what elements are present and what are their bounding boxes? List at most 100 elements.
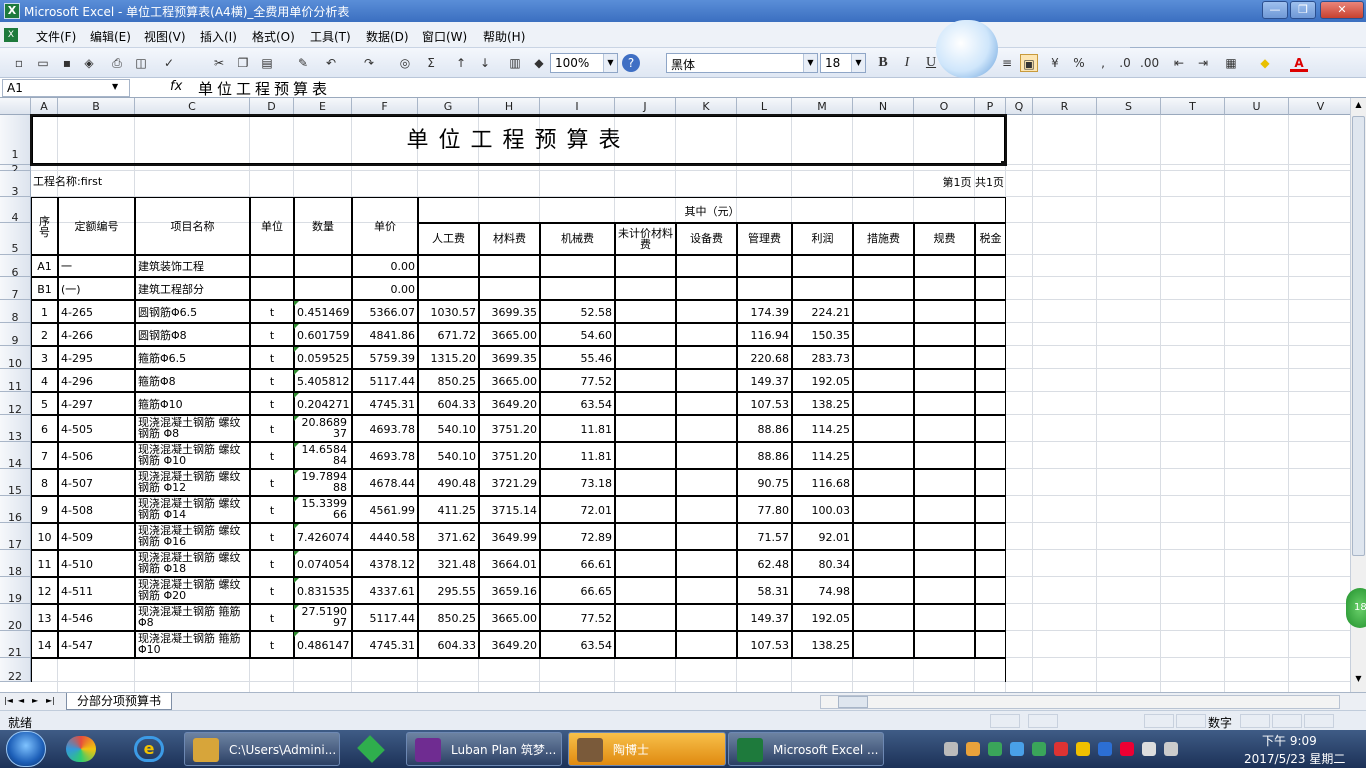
cell-fee[interactable] (914, 523, 975, 550)
column-header[interactable]: M (792, 98, 853, 115)
tray-icon[interactable] (1032, 742, 1046, 756)
cell-equip[interactable] (676, 550, 737, 577)
cell-equip[interactable] (676, 255, 737, 277)
cell-code[interactable]: 4-511 (58, 577, 135, 604)
cell-material[interactable]: 3665.00 (479, 369, 540, 392)
cell-machine[interactable]: 77.52 (540, 604, 615, 631)
header-seq[interactable]: 序号 (31, 197, 58, 255)
cell-measure[interactable] (853, 631, 914, 658)
cell-code[interactable]: 4-509 (58, 523, 135, 550)
cell-mgmt[interactable]: 149.37 (737, 604, 792, 631)
row-header[interactable]: 12 (0, 392, 31, 416)
cell-material[interactable]: 3649.20 (479, 392, 540, 415)
cell-machine[interactable]: 55.46 (540, 346, 615, 369)
cell-name[interactable]: 现浇混凝土钢筋 螺纹钢筋 Φ12 (135, 469, 250, 496)
cell-price[interactable]: 4378.12 (352, 550, 418, 577)
floating-badge[interactable]: 18 (1346, 588, 1366, 628)
row-header[interactable]: 1 (0, 115, 31, 165)
cell-machine[interactable]: 66.61 (540, 550, 615, 577)
cell-unit[interactable]: t (250, 496, 294, 523)
header-among[interactable]: 其中（元） (418, 197, 1006, 223)
cell-code[interactable]: 4-508 (58, 496, 135, 523)
cell-material[interactable]: 3699.35 (479, 346, 540, 369)
cell-measure[interactable] (853, 469, 914, 496)
cell-unpriced[interactable] (615, 277, 676, 300)
font-size-combo[interactable]: 18 ▼ (820, 53, 866, 73)
cell-price[interactable]: 4337.61 (352, 577, 418, 604)
cell-equip[interactable] (676, 469, 737, 496)
cell-unpriced[interactable] (615, 523, 676, 550)
cell-seq[interactable]: 4 (31, 369, 58, 392)
cell-mgmt[interactable]: 174.39 (737, 300, 792, 323)
cell-name[interactable]: 现浇混凝土钢筋 箍筋 Φ10 (135, 631, 250, 658)
cell-qty[interactable]: 7.426074 (294, 523, 352, 550)
cell-code[interactable]: 4-547 (58, 631, 135, 658)
copy-icon[interactable]: ❐ (234, 54, 252, 72)
cell-qty[interactable]: 5.405812 (294, 369, 352, 392)
cell-fee[interactable] (914, 323, 975, 346)
align-right-icon[interactable]: ≡ (998, 54, 1016, 72)
cell-measure[interactable] (853, 523, 914, 550)
cell-qty[interactable]: 0.831535 (294, 577, 352, 604)
cell-mgmt[interactable]: 88.86 (737, 415, 792, 442)
cell-equip[interactable] (676, 300, 737, 323)
cell-machine[interactable]: 11.81 (540, 415, 615, 442)
cell-fee[interactable] (914, 415, 975, 442)
cell-mgmt[interactable]: 71.57 (737, 523, 792, 550)
row-header[interactable]: 16 (0, 496, 31, 524)
cell-fee[interactable] (914, 496, 975, 523)
cell-unpriced[interactable] (615, 369, 676, 392)
cell-seq[interactable]: 8 (31, 469, 58, 496)
cell-qty[interactable]: 0.601759 (294, 323, 352, 346)
row-header[interactable]: 18 (0, 550, 31, 578)
cell-equip[interactable] (676, 415, 737, 442)
row-header[interactable]: 19 (0, 577, 31, 605)
sort-asc-icon[interactable]: ↑ (452, 54, 470, 72)
cell-qty[interactable]: 27.519097 (294, 604, 352, 631)
cell-price[interactable]: 5759.39 (352, 346, 418, 369)
cell-name[interactable]: 现浇混凝土钢筋 箍筋 Φ8 (135, 604, 250, 631)
row-header[interactable]: 22 (0, 658, 31, 683)
cell-fee[interactable] (914, 442, 975, 469)
cell-profit[interactable]: 224.21 (792, 300, 853, 323)
cell-price[interactable]: 5366.07 (352, 300, 418, 323)
cell-labor[interactable]: 540.10 (418, 442, 479, 469)
paste-icon[interactable]: ▤ (258, 54, 276, 72)
cell-tax[interactable] (975, 346, 1006, 369)
font-color-icon[interactable]: A (1290, 54, 1308, 72)
cell-fee[interactable] (914, 346, 975, 369)
cell-fee[interactable] (914, 300, 975, 323)
taskbar-item[interactable]: Luban Plan 筑梦... (406, 732, 562, 766)
cell-machine[interactable]: 72.89 (540, 523, 615, 550)
cell-qty[interactable]: 14.658484 (294, 442, 352, 469)
cell-equip[interactable] (676, 323, 737, 346)
italic-button[interactable]: I (898, 54, 916, 72)
taskbar-item[interactable]: 陶博士 (568, 732, 726, 766)
taskbar-item[interactable]: C:\Users\Admini... (184, 732, 340, 766)
tray-icon[interactable] (988, 742, 1002, 756)
cell-tax[interactable] (975, 255, 1006, 277)
cell-tax[interactable] (975, 631, 1006, 658)
cell-machine[interactable]: 77.52 (540, 369, 615, 392)
cell-material[interactable] (479, 255, 540, 277)
pinned-app-icon[interactable] (357, 735, 385, 763)
column-header[interactable]: H (479, 98, 540, 115)
tray-icon[interactable] (1010, 742, 1024, 756)
merge-center-icon[interactable]: ▣ (1020, 54, 1038, 72)
tab-last-icon[interactable]: ►| (46, 696, 55, 705)
header-equip[interactable]: 设备费 (676, 223, 737, 255)
increase-decimal-icon[interactable]: .0 (1116, 54, 1134, 72)
cell-tax[interactable] (975, 469, 1006, 496)
cell-equip[interactable] (676, 442, 737, 469)
column-header[interactable]: L (737, 98, 792, 115)
cell-code[interactable]: 一 (58, 255, 135, 277)
cell-profit[interactable]: 100.03 (792, 496, 853, 523)
column-header[interactable]: K (676, 98, 737, 115)
cell-profit[interactable]: 192.05 (792, 369, 853, 392)
cell-name[interactable]: 箍筋Φ10 (135, 392, 250, 415)
cell-equip[interactable] (676, 369, 737, 392)
column-header[interactable]: C (135, 98, 250, 115)
cell-mgmt[interactable]: 107.53 (737, 631, 792, 658)
cut-icon[interactable]: ✂ (210, 54, 228, 72)
cell-unpriced[interactable] (615, 415, 676, 442)
